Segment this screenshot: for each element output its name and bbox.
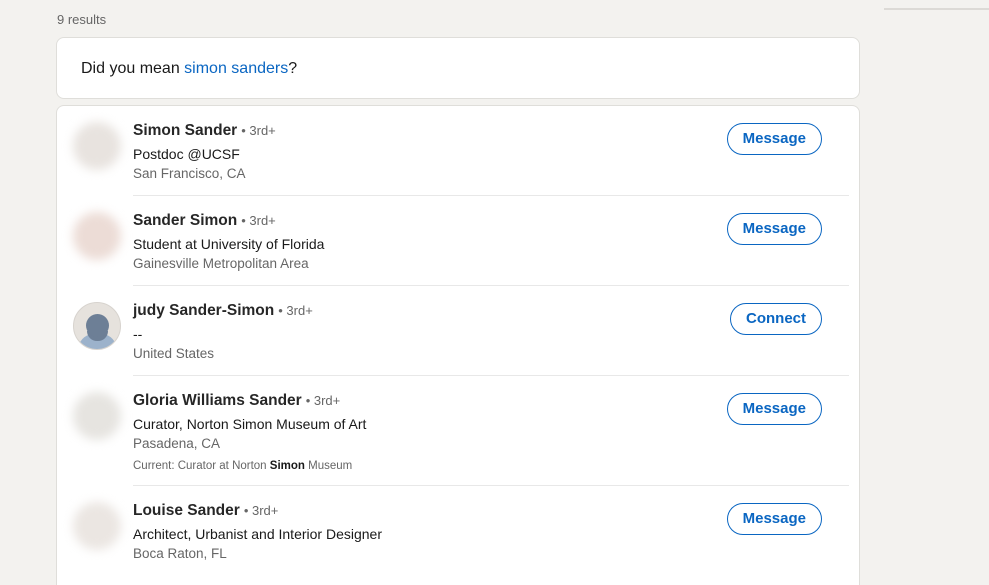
result-item: Gloria Williams Sander • 3rd+ Curator, No…: [57, 376, 849, 486]
name-line: Simon Sander • 3rd+: [133, 122, 276, 140]
connection-degree: • 3rd+: [278, 303, 313, 318]
message-button[interactable]: Message: [726, 503, 822, 535]
current-position-summary: Current: Curator at Norton Simon Museum: [133, 460, 352, 472]
did-you-mean-suffix: ?: [288, 60, 298, 77]
message-button[interactable]: Message: [726, 213, 822, 245]
result-item: Louise Sander • 3rd+ Architect, Urbanist …: [57, 486, 849, 576]
connection-degree: • 3rd+: [241, 123, 276, 138]
search-results-list: Simon Sander • 3rd+ Postdoc @UCSF San Fra…: [56, 105, 860, 585]
default-avatar-icon[interactable]: [73, 302, 121, 350]
person-name-link[interactable]: judy Sander-Simon: [133, 302, 274, 319]
result-item: Sander Simon • 3rd+ Student at University…: [57, 196, 849, 286]
person-location: Boca Raton, FL: [133, 546, 227, 561]
profile-photo[interactable]: [73, 502, 121, 550]
message-button[interactable]: Message: [726, 123, 822, 155]
person-headline: Student at University of Florida: [133, 236, 325, 252]
name-line: Louise Sander • 3rd+: [133, 502, 278, 520]
result-item: judy Sander-Simon • 3rd+ -- United States…: [57, 286, 849, 376]
person-name-link[interactable]: Sander Simon: [133, 212, 237, 229]
right-rail-divider: [884, 8, 989, 10]
name-line: Gloria Williams Sander • 3rd+: [133, 392, 340, 410]
person-location: Pasadena, CA: [133, 436, 221, 451]
suggested-search-link[interactable]: simon sanders: [184, 60, 288, 77]
result-item: Simon Sander • 3rd+ Postdoc @UCSF San Fra…: [57, 106, 849, 196]
avatar-silhouette-head: [86, 314, 109, 337]
name-line: Sander Simon • 3rd+: [133, 212, 276, 230]
person-name-link[interactable]: Gloria Williams Sander: [133, 392, 302, 409]
person-headline: Curator, Norton Simon Museum of Art: [133, 416, 367, 432]
results-count: 9 results: [57, 12, 107, 27]
name-line: judy Sander-Simon • 3rd+: [133, 302, 313, 320]
connection-degree: • 3rd+: [241, 213, 276, 228]
connection-degree: • 3rd+: [305, 393, 341, 408]
profile-photo[interactable]: [73, 392, 121, 440]
profile-photo[interactable]: [73, 122, 121, 170]
summary-suffix: Museum: [304, 460, 353, 472]
did-you-mean-text: Did you mean simon sanders?: [81, 60, 297, 78]
profile-photo[interactable]: [73, 212, 121, 260]
summary-highlight: Simon: [269, 460, 305, 472]
person-location: Gainesville Metropolitan Area: [133, 256, 309, 271]
message-button[interactable]: Message: [726, 393, 822, 425]
person-name-link[interactable]: Louise Sander: [133, 502, 240, 519]
person-location: San Francisco, CA: [133, 166, 246, 181]
person-location: United States: [133, 346, 215, 361]
connect-button[interactable]: Connect: [730, 303, 822, 335]
did-you-mean-prefix: Did you mean: [81, 60, 185, 77]
summary-prefix: Current: Curator at Norton: [133, 460, 270, 472]
person-headline: Postdoc @UCSF: [133, 146, 240, 162]
did-you-mean-card: Did you mean simon sanders?: [56, 37, 860, 99]
person-name-link[interactable]: Simon Sander: [133, 122, 237, 139]
connection-degree: • 3rd+: [243, 503, 279, 518]
person-headline: --: [133, 326, 143, 342]
person-headline: Architect, Urbanist and Interior Designe…: [133, 526, 382, 542]
